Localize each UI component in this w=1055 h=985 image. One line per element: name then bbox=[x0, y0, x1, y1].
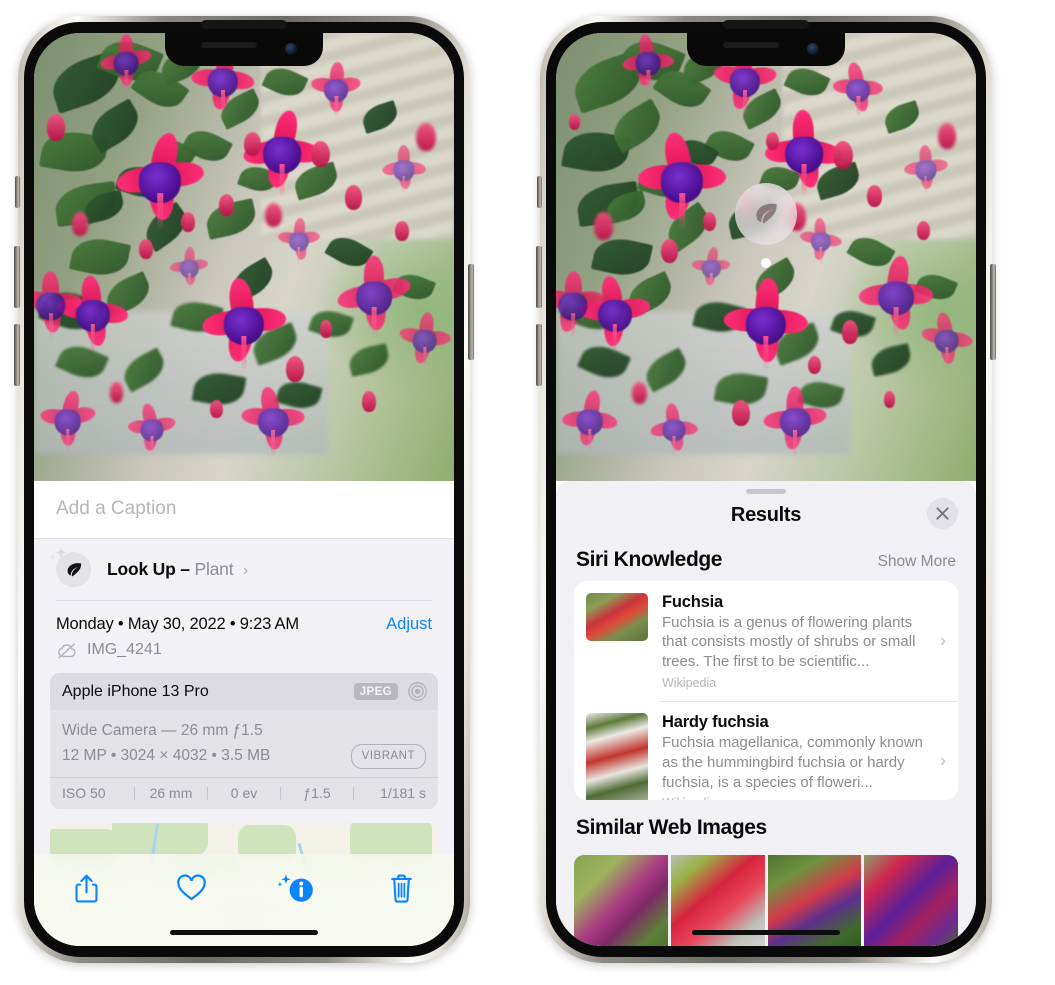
mute-switch[interactable] bbox=[537, 176, 542, 208]
phone-bezel-left: Add a Caption Look Up – Plant › Monday •… bbox=[24, 22, 464, 957]
power-button[interactable] bbox=[990, 264, 996, 360]
knowledge-text: Fuchsia Fuchsia is a genus of flowering p… bbox=[662, 593, 946, 690]
front-camera-icon bbox=[807, 43, 819, 55]
photo-viewer[interactable] bbox=[34, 33, 454, 481]
mute-switch[interactable] bbox=[15, 176, 20, 208]
camera-size-row: 12 MP • 3024 × 4032 • 3.5 MB VIBRANT bbox=[62, 744, 426, 769]
photo-viewer[interactable] bbox=[556, 33, 976, 481]
screen-left: Add a Caption Look Up – Plant › Monday •… bbox=[34, 33, 454, 946]
leaf-icon bbox=[751, 199, 781, 229]
close-button[interactable] bbox=[927, 498, 958, 529]
visual-lookup-badge[interactable] bbox=[735, 183, 797, 245]
photo-info-sheet: Add a Caption Look Up – Plant › Monday •… bbox=[34, 481, 454, 946]
share-icon bbox=[73, 873, 100, 904]
aperture-icon bbox=[407, 681, 428, 702]
look-up-label: Look Up – bbox=[107, 559, 190, 579]
similar-web-images-header: Similar Web Images bbox=[556, 800, 976, 849]
camera-device-name: Apple iPhone 13 Pro bbox=[62, 683, 209, 701]
trash-icon bbox=[388, 873, 415, 904]
adjust-button[interactable]: Adjust bbox=[386, 615, 432, 634]
phone-left: Add a Caption Look Up – Plant › Monday •… bbox=[18, 16, 470, 963]
chevron-right-icon: › bbox=[940, 630, 946, 651]
camera-card-header: Apple iPhone 13 Pro JPEG bbox=[50, 673, 438, 710]
knowledge-text: Hardy fuchsia Fuchsia magellanica, common… bbox=[662, 713, 946, 800]
results-title: Results bbox=[731, 504, 801, 527]
look-up-label-group: Look Up – Plant › bbox=[107, 559, 248, 580]
filename-row: IMG_4241 bbox=[34, 636, 454, 671]
similar-web-image[interactable] bbox=[574, 855, 668, 946]
notch-speaker bbox=[201, 42, 257, 48]
volume-down-button[interactable] bbox=[536, 324, 542, 386]
front-camera-icon bbox=[285, 43, 297, 55]
info-button[interactable] bbox=[274, 868, 320, 908]
chevron-right-icon: › bbox=[243, 562, 248, 579]
siri-knowledge-header: Siri Knowledge Show More bbox=[556, 540, 976, 581]
knowledge-source: Wikipedia bbox=[662, 676, 924, 690]
phone-bezel-right: Results Siri Knowledge Show More Fuchsia… bbox=[546, 22, 986, 957]
delete-button[interactable] bbox=[379, 868, 425, 908]
chevron-right-icon: › bbox=[940, 751, 946, 772]
visual-lookup-anchor-dot bbox=[761, 258, 771, 268]
favorite-button[interactable] bbox=[169, 868, 215, 908]
similar-web-image[interactable] bbox=[864, 855, 958, 946]
knowledge-thumbnail bbox=[586, 713, 648, 800]
knowledge-title: Fuchsia bbox=[662, 593, 924, 612]
exif-value: 0 ev bbox=[208, 785, 280, 801]
show-more-button[interactable]: Show More bbox=[878, 553, 956, 571]
screen-right: Results Siri Knowledge Show More Fuchsia… bbox=[556, 33, 976, 946]
exif-value: ISO 50 bbox=[62, 785, 134, 801]
home-indicator[interactable] bbox=[692, 930, 840, 935]
results-sheet: Results Siri Knowledge Show More Fuchsia… bbox=[556, 481, 976, 946]
knowledge-row[interactable]: Hardy fuchsia Fuchsia magellanica, common… bbox=[574, 701, 958, 800]
volume-up-button[interactable] bbox=[14, 246, 20, 308]
photographic-style-badge: VIBRANT bbox=[351, 744, 426, 769]
power-button[interactable] bbox=[468, 264, 474, 360]
camera-info-card[interactable]: Apple iPhone 13 Pro JPEG Wide Camera — 2… bbox=[50, 673, 438, 809]
heart-icon bbox=[176, 874, 207, 902]
info-icon bbox=[278, 871, 316, 905]
knowledge-description: Fuchsia is a genus of flowering plants t… bbox=[662, 613, 924, 672]
caption-input[interactable]: Add a Caption bbox=[34, 481, 454, 539]
exif-value: 1/181 s bbox=[354, 785, 426, 801]
similar-web-images-title: Similar Web Images bbox=[576, 816, 767, 840]
notch-speaker bbox=[723, 42, 779, 48]
cloud-slash-icon bbox=[56, 642, 78, 659]
earpiece-speaker bbox=[201, 20, 287, 29]
photo-flowers bbox=[34, 33, 454, 481]
knowledge-row[interactable]: Fuchsia Fuchsia is a genus of flowering p… bbox=[574, 581, 958, 701]
photo-date: Monday • May 30, 2022 • 9:23 AM bbox=[56, 615, 299, 634]
screenshot-stage: Add a Caption Look Up – Plant › Monday •… bbox=[0, 0, 1055, 985]
knowledge-description: Fuchsia magellanica, commonly known as t… bbox=[662, 733, 924, 792]
knowledge-title: Hardy fuchsia bbox=[662, 713, 924, 732]
siri-knowledge-card: Fuchsia Fuchsia is a genus of flowering p… bbox=[574, 581, 958, 801]
exif-row: ISO 50 26 mm 0 ev ƒ1.5 1/181 s bbox=[50, 777, 438, 809]
camera-card-body: Wide Camera — 26 mm ƒ1.5 12 MP • 3024 × … bbox=[50, 710, 438, 777]
photo-filename: IMG_4241 bbox=[87, 641, 162, 659]
look-up-row[interactable]: Look Up – Plant › bbox=[34, 539, 454, 601]
phone-right: Results Siri Knowledge Show More Fuchsia… bbox=[540, 16, 992, 963]
knowledge-thumbnail bbox=[586, 593, 648, 641]
photo-flowers bbox=[556, 33, 976, 481]
camera-badges: JPEG bbox=[354, 681, 428, 702]
leaf-icon-circle bbox=[56, 552, 91, 587]
siri-knowledge-title: Siri Knowledge bbox=[576, 548, 722, 572]
home-indicator[interactable] bbox=[170, 930, 318, 935]
volume-up-button[interactable] bbox=[536, 246, 542, 308]
share-button[interactable] bbox=[64, 868, 110, 908]
look-up-subject: Plant bbox=[194, 559, 233, 579]
knowledge-source: Wikipedia bbox=[662, 796, 924, 800]
format-badge: JPEG bbox=[354, 683, 398, 700]
earpiece-speaker bbox=[723, 20, 809, 29]
notch bbox=[687, 33, 845, 66]
notch bbox=[165, 33, 323, 66]
exif-value: ƒ1.5 bbox=[281, 785, 353, 801]
camera-size-line: 12 MP • 3024 × 4032 • 3.5 MB bbox=[62, 744, 270, 769]
sparkles-icon bbox=[46, 544, 72, 575]
exif-value: 26 mm bbox=[135, 785, 207, 801]
close-icon bbox=[935, 506, 950, 521]
metadata-row: Monday • May 30, 2022 • 9:23 AM Adjust bbox=[34, 601, 454, 636]
camera-lens-line: Wide Camera — 26 mm ƒ1.5 bbox=[62, 719, 426, 744]
results-header: Results bbox=[556, 494, 976, 540]
volume-down-button[interactable] bbox=[14, 324, 20, 386]
